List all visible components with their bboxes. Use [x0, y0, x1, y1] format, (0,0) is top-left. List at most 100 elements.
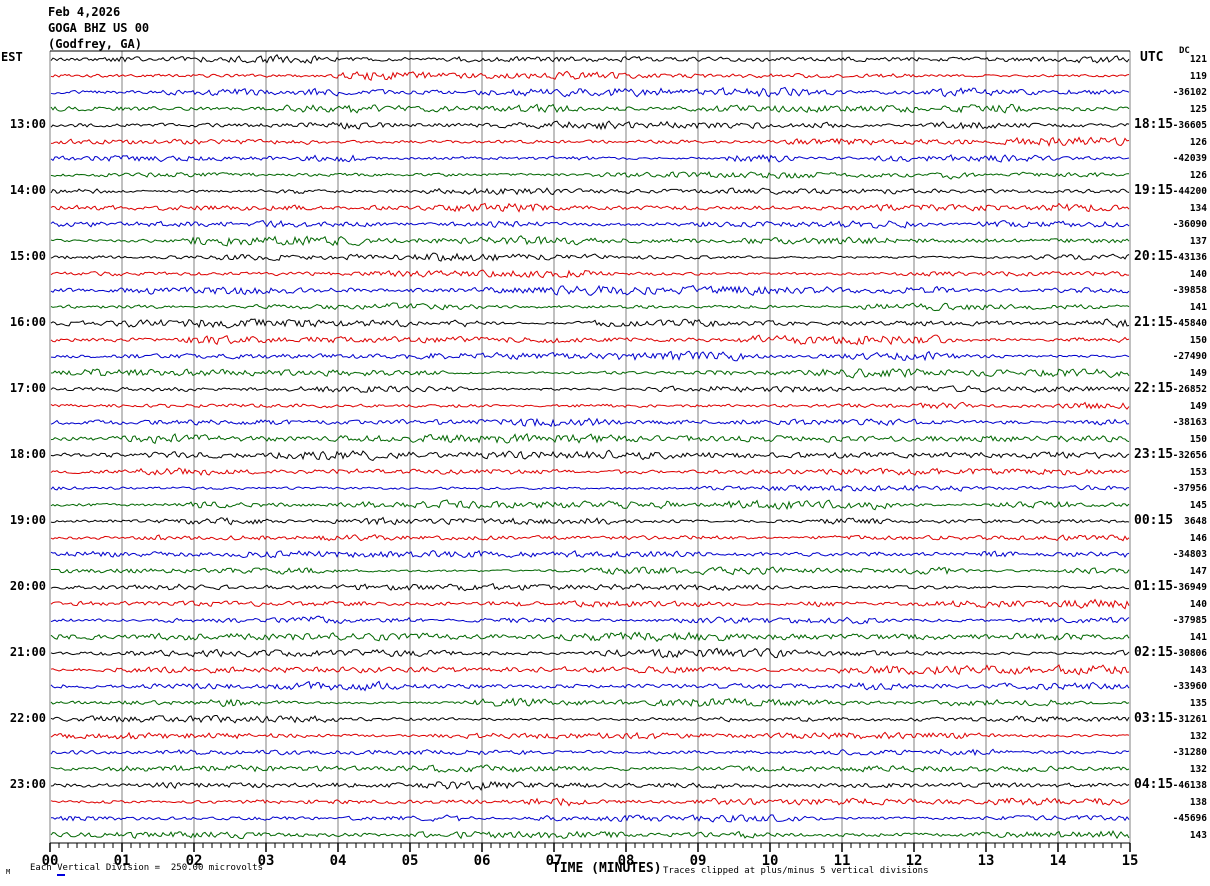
dc-offset-value: -27490 — [1172, 351, 1207, 363]
x-axis-title: TIME (MINUTES) — [552, 861, 662, 876]
seismogram-trace-row-8 — [50, 187, 1130, 196]
dc-offset-value: 132 — [1189, 763, 1207, 775]
seismogram-trace-row-17 — [50, 334, 1130, 346]
seismogram-trace-row-19 — [50, 368, 1130, 379]
est-hour-label: 14:00 — [9, 183, 46, 198]
dc-offset-value: 121 — [1189, 54, 1207, 66]
seismogram-trace-row-41 — [50, 731, 1130, 740]
x-tick-label: 13 — [977, 853, 995, 869]
est-hour-label: 13:00 — [9, 117, 46, 132]
seismogram-trace-row-35 — [50, 631, 1130, 643]
dc-offset-value: 145 — [1189, 499, 1207, 511]
dc-offset-value: 149 — [1189, 400, 1207, 412]
dc-offset-value: -45840 — [1172, 318, 1207, 330]
seismogram-trace-row-39 — [50, 697, 1130, 708]
dc-offset-value: 3648 — [1184, 516, 1207, 528]
seismogram-trace-row-31 — [51, 566, 1130, 576]
seismogram-trace-row-43 — [50, 764, 1130, 773]
seismogram-trace-row-22 — [50, 417, 1130, 428]
est-hour-label: 23:00 — [9, 777, 46, 792]
dc-offset-value: 137 — [1189, 235, 1207, 247]
seismogram-trace-row-42 — [50, 748, 1130, 757]
x-tick-label: 04 — [329, 853, 347, 869]
seismogram-trace-row-10 — [50, 220, 1130, 229]
seismogram-trace-row-20 — [50, 385, 1130, 393]
dc-offset-value: 149 — [1189, 367, 1207, 379]
seismogram-trace-row-0 — [50, 53, 1130, 64]
dc-offset-value: -39858 — [1172, 285, 1207, 297]
seismogram-trace-row-12 — [50, 252, 1130, 262]
seismogram-trace-row-14 — [50, 284, 1130, 296]
seismogram-trace-row-7 — [50, 171, 1129, 180]
dc-offset-value: -37956 — [1172, 483, 1207, 495]
seismogram-trace-row-27 — [50, 499, 1130, 511]
dc-offset-value: 147 — [1189, 565, 1207, 577]
dc-offset-value: -37985 — [1172, 615, 1207, 627]
dc-offset-value: 125 — [1189, 103, 1207, 115]
dc-offset-value: -44200 — [1172, 186, 1207, 198]
dc-offset-value: 126 — [1189, 136, 1207, 148]
dc-offset-value: -36090 — [1172, 219, 1207, 231]
seismogram-trace-row-15 — [50, 302, 1130, 312]
dc-offset-value: 150 — [1189, 433, 1207, 445]
est-hour-label: 22:00 — [9, 711, 46, 726]
seismogram-trace-row-40 — [50, 715, 1130, 724]
dc-offset-value: -36949 — [1172, 582, 1207, 594]
est-hour-label: 17:00 — [9, 381, 46, 396]
dc-offset-value: 140 — [1189, 598, 1207, 610]
vertical-division-scale-note: Each Vertical Division = 250.00 microvol… — [30, 863, 263, 873]
dc-offset-value: -32656 — [1172, 450, 1207, 462]
dc-offset-value: -31280 — [1172, 747, 1207, 759]
seismogram-trace-row-13 — [50, 269, 1129, 279]
seismogram-trace-row-21 — [50, 401, 1130, 410]
underline-artifact — [57, 874, 65, 876]
dc-offset-value: -26852 — [1172, 384, 1207, 396]
dc-offset-value: 153 — [1189, 466, 1207, 478]
seismogram-trace-row-18 — [50, 350, 1130, 362]
dc-offset-value: 135 — [1189, 697, 1207, 709]
seismogram-trace-row-46 — [51, 814, 1130, 823]
seismogram-trace-row-24 — [50, 449, 1130, 461]
dc-offset-value: 141 — [1189, 631, 1207, 643]
dc-offset-value: 132 — [1189, 730, 1207, 742]
seismogram-trace-row-33 — [50, 598, 1130, 610]
seismogram-trace-row-44 — [50, 780, 1130, 791]
seismogram-trace-row-34 — [50, 615, 1130, 625]
est-hour-label: 21:00 — [9, 645, 46, 660]
seismogram-trace-row-9 — [50, 202, 1130, 213]
x-tick-label: 15 — [1121, 853, 1139, 869]
x-tick-label: 06 — [473, 853, 491, 869]
dc-offset-value: -36605 — [1172, 120, 1207, 132]
dc-offset-value: -30806 — [1172, 648, 1207, 660]
est-hour-label: 20:00 — [9, 579, 46, 594]
dc-offset-value: 126 — [1189, 169, 1207, 181]
seismogram-trace-row-2 — [50, 86, 1130, 98]
dc-offset-value: -31261 — [1172, 714, 1207, 726]
est-hour-label: 16:00 — [9, 315, 46, 330]
dc-offset-value: -45696 — [1172, 813, 1207, 825]
seismogram-trace-row-4 — [50, 120, 1130, 131]
clip-note: Traces clipped at plus/minus 5 vertical … — [663, 866, 929, 876]
seismogram-trace-row-37 — [50, 664, 1130, 676]
seismogram-trace-row-11 — [50, 235, 1130, 247]
dc-offset-value: -46138 — [1172, 780, 1207, 792]
dc-offset-value: -42039 — [1172, 153, 1207, 165]
dc-offset-value: -38163 — [1172, 417, 1207, 429]
est-hour-label: 19:00 — [9, 513, 46, 528]
dc-offset-value: 143 — [1189, 829, 1207, 841]
seismogram-trace-row-23 — [50, 432, 1130, 445]
seismogram-trace-row-45 — [50, 797, 1130, 807]
dc-offset-value: -43136 — [1172, 252, 1207, 264]
seismogram-trace-row-6 — [50, 154, 1130, 163]
seismogram-trace-row-16 — [50, 318, 1130, 329]
dc-offset-value: 141 — [1189, 301, 1207, 313]
dc-offset-value: -34803 — [1172, 549, 1207, 561]
dc-offset-value: 119 — [1189, 70, 1207, 82]
seismogram-trace-row-25 — [50, 467, 1130, 477]
dc-offset-value: 146 — [1189, 532, 1207, 544]
seismogram-trace-row-32 — [50, 582, 1129, 592]
est-hour-label: 15:00 — [9, 249, 46, 264]
helicorder-screen: Feb 4,2026 GOGA BHZ US 00 (Godfrey, GA) ES… — [0, 0, 1210, 886]
seismogram-trace-row-28 — [50, 516, 1130, 526]
seismogram-trace-row-1 — [50, 70, 1130, 81]
